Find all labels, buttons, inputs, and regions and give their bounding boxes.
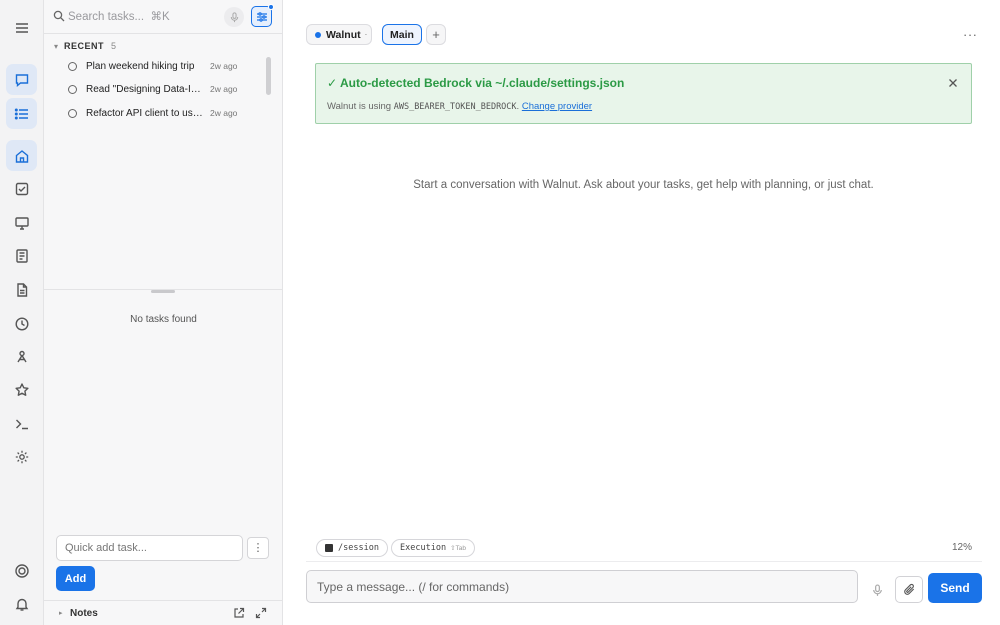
notebook-icon[interactable]: [6, 240, 37, 271]
microphone-icon[interactable]: [866, 578, 888, 602]
banner-env-var: AWS_BEARER_TOKEN_BEDROCK: [393, 102, 517, 112]
bell-icon[interactable]: [6, 588, 37, 619]
resize-handle[interactable]: [151, 290, 175, 293]
task-search-bar: [44, 0, 283, 34]
microphone-icon[interactable]: [224, 7, 244, 27]
target-icon[interactable]: [6, 555, 37, 586]
add-task-button[interactable]: Add: [56, 566, 95, 591]
checkbox-icon[interactable]: [6, 173, 37, 204]
composer-divider: [306, 561, 982, 562]
quick-add-options-button[interactable]: ⋮: [247, 537, 269, 559]
agent-name: Walnut: [326, 28, 361, 41]
no-tasks-text: No tasks found: [130, 314, 197, 325]
session-command-pill[interactable]: /session: [316, 539, 388, 557]
close-icon[interactable]: [948, 78, 958, 88]
search-input[interactable]: [68, 9, 218, 25]
task-status-circle[interactable]: [68, 108, 77, 118]
recent-count: 5: [111, 41, 117, 51]
recent-task-item[interactable]: Refactor API client to use async/await 2…: [68, 104, 248, 122]
document-icon[interactable]: [6, 274, 37, 305]
menu-icon[interactable]: [6, 12, 37, 43]
chevron-down-icon: ▾: [54, 41, 59, 51]
recent-task-item[interactable]: Read "Designing Data-Intensive Applicati…: [68, 80, 248, 98]
task-time: 2w ago: [210, 108, 238, 118]
execution-mode-pill[interactable]: Execution ⇧Tab: [391, 539, 475, 557]
agent-chip-separator: ·: [364, 30, 368, 39]
paperclip-icon[interactable]: [895, 576, 923, 603]
banner-title: ✓ Auto-detected Bedrock via ~/.claude/se…: [327, 76, 625, 90]
send-button[interactable]: Send: [928, 573, 982, 603]
task-time: 2w ago: [210, 61, 238, 71]
open-external-icon[interactable]: [233, 607, 245, 619]
task-title: Read "Designing Data-Intensive Applicati…: [86, 83, 206, 95]
agents-icon[interactable]: [6, 341, 37, 372]
search-icon: [53, 10, 65, 22]
expand-icon[interactable]: [255, 607, 267, 619]
recent-scrollbar[interactable]: [266, 57, 271, 95]
home-icon[interactable]: [6, 140, 37, 171]
chat-main: Walnut · Main + ··· ✓ Auto-detected Bedr…: [283, 0, 1000, 625]
task-time: 2w ago: [210, 84, 238, 94]
terminal-icon[interactable]: [6, 408, 37, 439]
task-panel: ▾ RECENT 5 Plan weekend hiking trip 2w a…: [44, 0, 283, 625]
recent-task-item[interactable]: Plan weekend hiking trip 2w ago: [68, 57, 248, 75]
banner-text-prefix: Walnut is using: [327, 101, 394, 112]
status-dot: [315, 31, 321, 38]
chevron-right-icon[interactable]: ▸: [59, 609, 63, 617]
terminal-icon: [325, 544, 333, 552]
provider-banner: ✓ Auto-detected Bedrock via ~/.claude/se…: [315, 63, 972, 124]
execution-mode-label: Execution: [400, 543, 447, 553]
banner-text: Walnut is using AWS_BEARER_TOKEN_BEDROCK…: [327, 101, 592, 112]
message-input[interactable]: [306, 570, 858, 603]
star-icon[interactable]: [6, 374, 37, 405]
notes-bar: ▸ Notes: [44, 600, 283, 625]
change-provider-link[interactable]: Change provider: [522, 101, 592, 112]
chat-icon[interactable]: [6, 64, 37, 95]
clock-icon[interactable]: [6, 308, 37, 339]
session-command-label: /session: [338, 543, 379, 553]
monitor-icon[interactable]: [6, 207, 37, 238]
filter-active-dot: [268, 4, 274, 10]
task-title: Plan weekend hiking trip: [86, 60, 195, 72]
notes-label[interactable]: Notes: [70, 608, 98, 619]
recent-label: RECENT: [64, 41, 105, 51]
agent-chip-walnut[interactable]: Walnut ·: [306, 24, 372, 45]
icon-rail: [0, 0, 44, 625]
list-icon[interactable]: [6, 98, 37, 129]
task-status-circle[interactable]: [68, 61, 77, 71]
task-status-circle[interactable]: [68, 84, 77, 94]
context-usage-percent: 12%: [952, 542, 973, 553]
more-options-icon[interactable]: ···: [963, 27, 978, 42]
filter-button[interactable]: [251, 4, 274, 27]
quick-add-input[interactable]: [56, 535, 243, 561]
empty-chat-text: Start a conversation with Walnut. Ask ab…: [413, 179, 874, 191]
recent-section-header[interactable]: ▾ RECENT 5: [54, 40, 116, 52]
task-title: Refactor API client to use async/await: [86, 107, 206, 119]
execution-shortcut-hint: ⇧Tab: [450, 545, 466, 552]
add-session-button[interactable]: +: [426, 24, 446, 45]
session-tab-main[interactable]: Main: [382, 24, 422, 45]
gear-icon[interactable]: [6, 441, 37, 472]
